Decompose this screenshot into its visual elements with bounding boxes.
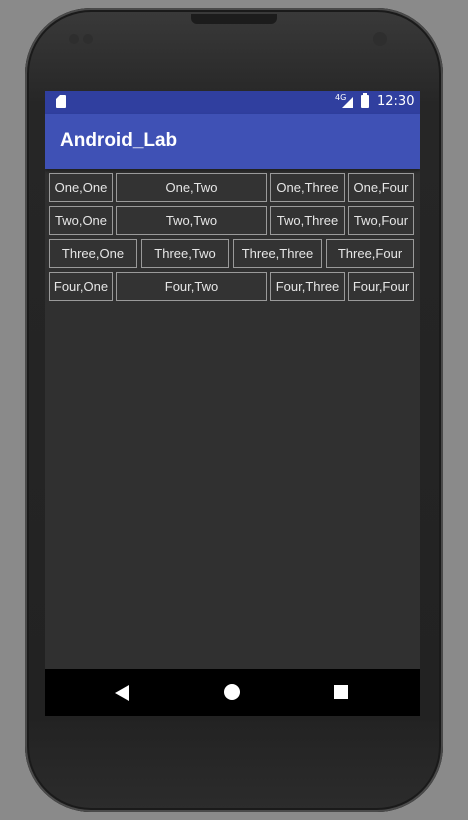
clock: 12:30 xyxy=(377,94,415,109)
grid-button-four-four[interactable]: Four,Four xyxy=(348,272,414,301)
app-bar: Android_Lab xyxy=(45,114,420,169)
device-screen: 4G 12:30 Android_Lab One,One One,Two One… xyxy=(45,91,420,716)
grid-button-one-one[interactable]: One,One xyxy=(49,173,113,202)
grid-button-three-four[interactable]: Three,Four xyxy=(326,239,414,268)
recents-icon[interactable] xyxy=(334,685,348,699)
battery-icon xyxy=(361,93,369,108)
grid-button-one-two[interactable]: One,Two xyxy=(116,173,267,202)
grid-button-two-two[interactable]: Two,Two xyxy=(116,206,267,235)
back-icon[interactable] xyxy=(115,685,129,701)
grid-button-two-four[interactable]: Two,Four xyxy=(348,206,414,235)
front-camera-lens xyxy=(373,32,387,46)
sd-card-icon xyxy=(56,95,66,108)
grid-button-one-four[interactable]: One,Four xyxy=(348,173,414,202)
front-camera xyxy=(69,34,79,44)
grid-button-four-two[interactable]: Four,Two xyxy=(116,272,267,301)
app-title: Android_Lab xyxy=(60,130,178,151)
grid-button-one-three[interactable]: One,Three xyxy=(270,173,345,202)
grid-button-four-one[interactable]: Four,One xyxy=(49,272,113,301)
signal-icon xyxy=(342,97,353,108)
grid-button-two-one[interactable]: Two,One xyxy=(49,206,113,235)
navigation-bar xyxy=(45,669,420,716)
status-bar: 4G 12:30 xyxy=(45,91,420,114)
proximity-sensor xyxy=(83,34,93,44)
grid-button-three-two[interactable]: Three,Two xyxy=(141,239,229,268)
grid-button-four-three[interactable]: Four,Three xyxy=(270,272,345,301)
grid-button-three-three[interactable]: Three,Three xyxy=(233,239,322,268)
grid-button-two-three[interactable]: Two,Three xyxy=(270,206,345,235)
home-icon[interactable] xyxy=(224,684,240,700)
grid-button-three-one[interactable]: Three,One xyxy=(49,239,137,268)
speaker-grille xyxy=(191,14,277,24)
